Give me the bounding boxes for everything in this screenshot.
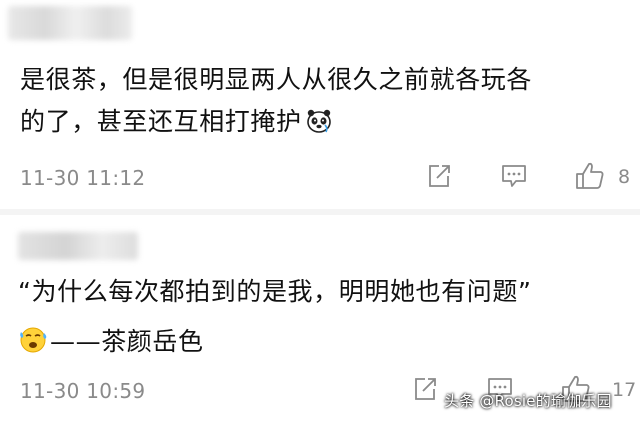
blurred-username[interactable] <box>18 232 138 260</box>
watermark: 头条 @Rosie的瑜伽乐园 <box>444 392 612 410</box>
comment-text: 的了，甚至还互相打掩护 <box>20 107 302 136</box>
share-button[interactable] <box>426 163 452 193</box>
comment-text-line: 是很茶，但是很明显两人从很久之前就各玩各 <box>20 65 533 94</box>
comment-item-1: 是很茶，但是很明显两人从很久之前就各玩各 的了，甚至还互相打掩护 11-30 1… <box>0 0 640 207</box>
share-icon <box>415 378 436 400</box>
like-count: 8 <box>618 166 631 188</box>
share-icon <box>429 165 450 187</box>
comment-text-line: 的了，甚至还互相打掩护 <box>20 100 333 149</box>
comment-text-line: “为什么每次都拍到的是我，明明她也有问题” <box>18 277 532 306</box>
panda-face-icon <box>305 105 333 149</box>
blurred-username[interactable] <box>8 6 132 40</box>
comment-divider <box>0 209 640 215</box>
timestamp: 11-30 10:59 <box>20 379 146 403</box>
comment-text-line: ——茶颜岳色 <box>50 327 204 356</box>
sweating-face-icon <box>18 324 47 353</box>
comment-icon <box>502 165 526 187</box>
timestamp: 11-30 11:12 <box>20 166 146 190</box>
thumbs-up-icon <box>576 162 604 189</box>
share-button[interactable] <box>412 376 438 406</box>
reply-button[interactable] <box>500 163 528 193</box>
like-count: 17 <box>612 379 637 401</box>
like-button[interactable] <box>574 161 606 195</box>
